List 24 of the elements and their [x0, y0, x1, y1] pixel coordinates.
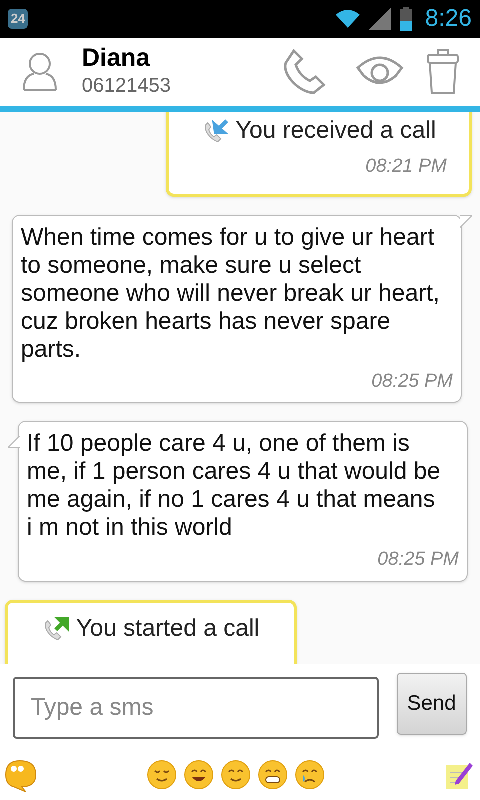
- delete-button[interactable]: [426, 49, 460, 95]
- message-text: If 10 people care 4 u, one of them is me, if 1 person cares 4 u that would be me again, if no 1 cares 4 u that means i m not in this world: [27, 430, 442, 542]
- smiley-icon[interactable]: [147, 760, 177, 790]
- person-icon: [22, 52, 58, 92]
- clock: 8:26: [425, 4, 472, 34]
- message-time: 08:21 PM: [366, 155, 447, 179]
- send-button[interactable]: Send: [396, 673, 467, 735]
- sms-input[interactable]: Type a sms: [13, 677, 379, 739]
- smiley-icon[interactable]: [184, 760, 214, 790]
- wifi-icon: [335, 9, 362, 29]
- smiley-icon[interactable]: [221, 760, 251, 790]
- message-time: 08:25 PM: [378, 548, 459, 572]
- smiley-icon[interactable]: [295, 760, 325, 790]
- call-text: You received a call: [236, 116, 436, 146]
- battery-icon: [399, 7, 414, 31]
- contact-number: 06121453: [82, 74, 171, 99]
- contact-name: Diana: [82, 44, 152, 72]
- message-time: 08:25 PM: [372, 370, 453, 394]
- signal-icon: [369, 8, 392, 30]
- trash-icon: [426, 49, 460, 95]
- message-text: When time comes for u to give ur heart to someone, make sure u select someone who will never break ur heart, cuz broken hearts has never spare parts.: [21, 224, 441, 364]
- smiley-icon[interactable]: [258, 760, 288, 790]
- notification-badge: 24: [8, 9, 28, 29]
- call-text: You started a call: [76, 614, 260, 644]
